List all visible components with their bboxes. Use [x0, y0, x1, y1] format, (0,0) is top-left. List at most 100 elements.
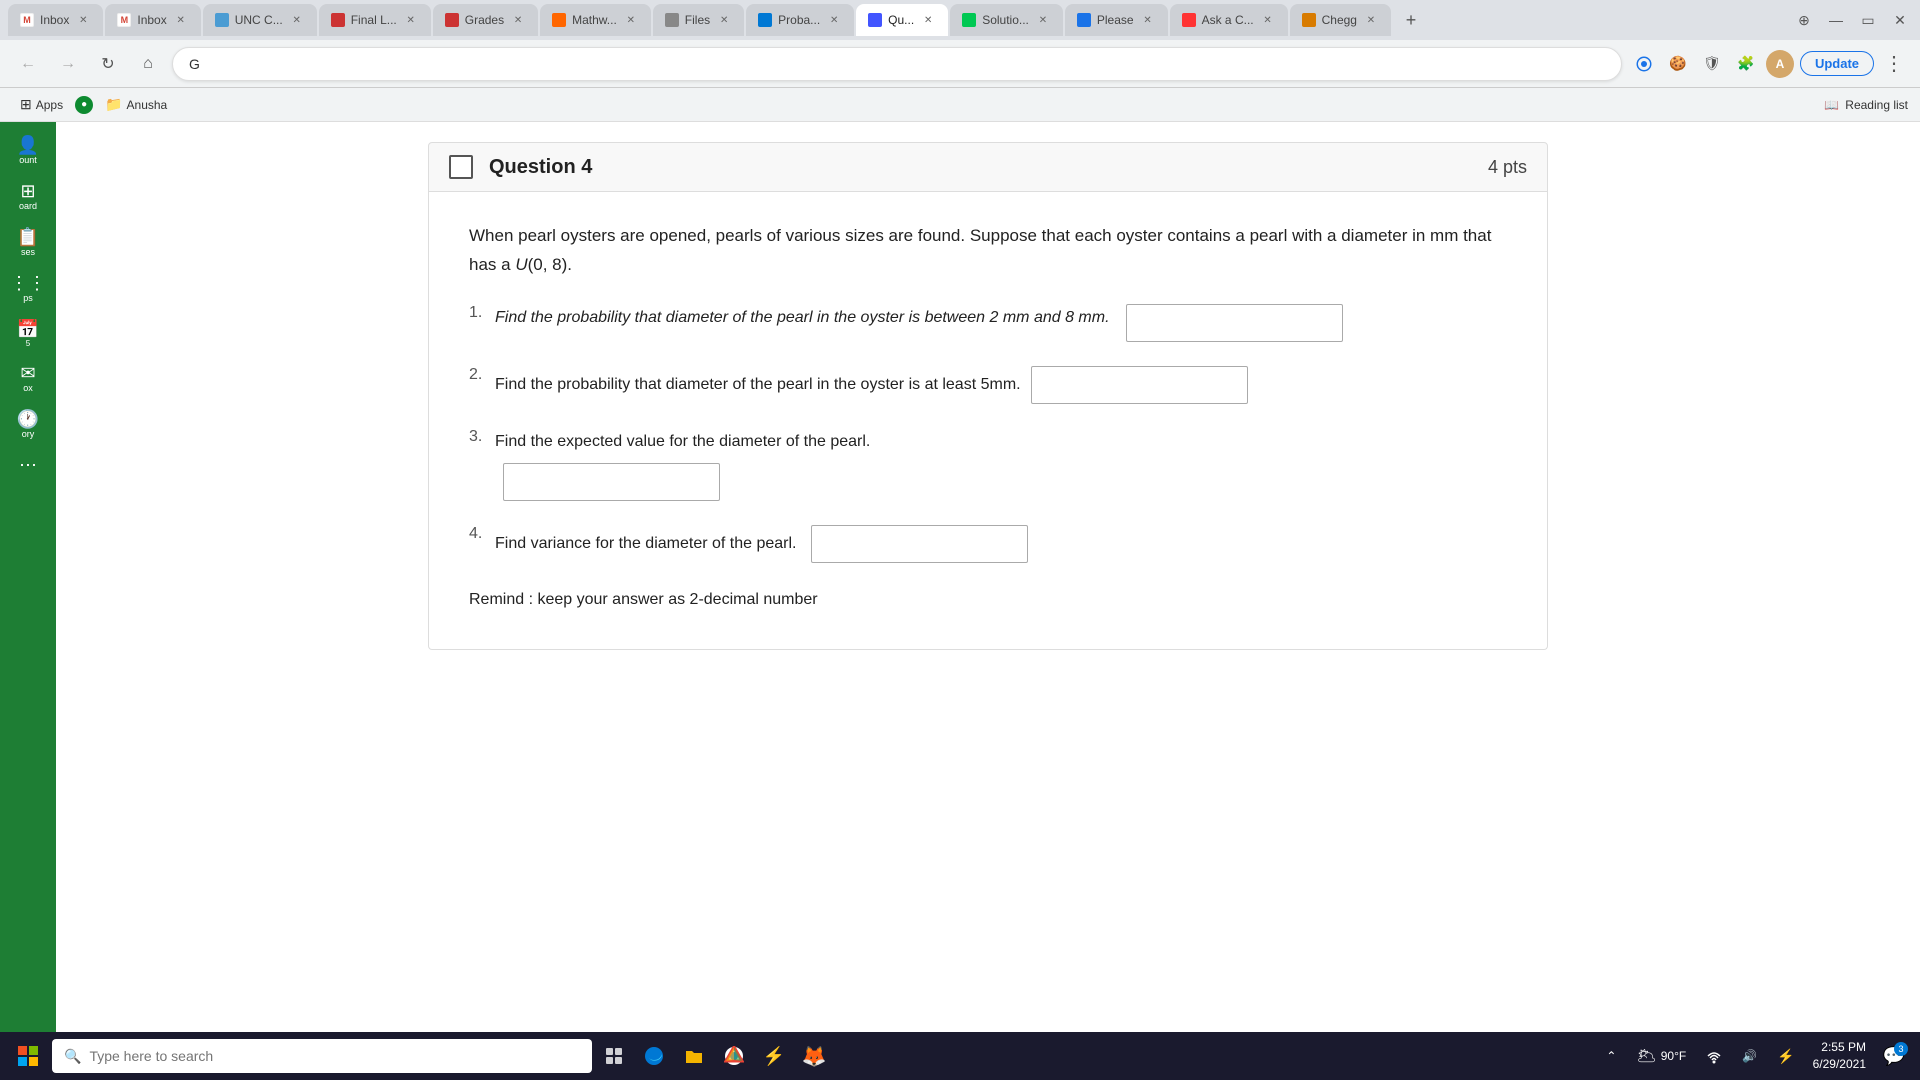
tab-mathway[interactable]: Mathw... ✕ [540, 4, 651, 36]
edge-taskbar-icon[interactable] [636, 1038, 672, 1074]
tab-proba[interactable]: Proba... ✕ [746, 4, 854, 36]
reading-list-icon: 📖 [1824, 98, 1839, 112]
tab-close-solutions[interactable]: ✕ [1035, 12, 1051, 28]
file-explorer-icon[interactable] [676, 1038, 712, 1074]
shield-icon[interactable]: 🛡 [1698, 50, 1726, 78]
power-icon[interactable]: ⚡ [1769, 1044, 1802, 1069]
time-display[interactable]: 2:55 PM 6/29/2021 [1807, 1037, 1872, 1075]
chevron-up-icon[interactable]: ⌃ [1598, 1045, 1624, 1067]
url-input[interactable]: G [172, 47, 1622, 81]
tab-close-final[interactable]: ✕ [403, 12, 419, 28]
anusha-folder[interactable]: 📁 Anusha [97, 93, 175, 116]
powerbi-taskbar-icon[interactable]: ⚡ [756, 1038, 792, 1074]
reading-list-button[interactable]: 📖 Reading list [1824, 98, 1908, 112]
profile-avatar[interactable]: A [1766, 50, 1794, 78]
sidebar-item-dashboard[interactable]: ⊞ oard [4, 176, 52, 218]
close-button[interactable]: ✕ [1888, 8, 1912, 32]
tab-bar: M Inbox ✕ M Inbox ✕ UNC C... ✕ Final L..… [0, 0, 1920, 40]
tab-label-ask: Ask a C... [1202, 13, 1254, 27]
tab-final[interactable]: Final L... ✕ [319, 4, 431, 36]
browser-chrome: M Inbox ✕ M Inbox ✕ UNC C... ✕ Final L..… [0, 0, 1920, 122]
apps-button[interactable]: ⊞ Apps [12, 93, 71, 116]
tab-please[interactable]: Please ✕ [1065, 4, 1168, 36]
tab-close-ask[interactable]: ✕ [1260, 12, 1276, 28]
home-button[interactable]: ⌂ [132, 48, 164, 80]
volume-icon[interactable]: 🔊 [1734, 1045, 1765, 1067]
tab-files[interactable]: Files ✕ [653, 4, 744, 36]
tab-label-final: Final L... [351, 13, 397, 27]
tab-close-inbox1[interactable]: ✕ [75, 12, 91, 28]
tab-favicon-quizlet [868, 13, 882, 27]
sidebar-inbox-label: ox [23, 384, 33, 394]
sidebar-item-classes[interactable]: 📋 ses [4, 222, 52, 264]
tab-close-mathway[interactable]: ✕ [623, 12, 639, 28]
sidebar-item-more[interactable]: ⋯ [4, 450, 52, 480]
sq1-input[interactable] [1126, 304, 1343, 342]
taskbar-search-bar[interactable]: 🔍 [52, 1039, 592, 1073]
sidebar-item-calendar[interactable]: 📅 5 [4, 314, 52, 355]
tab-label-chegg: Chegg [1322, 13, 1357, 27]
question-checkbox[interactable] [449, 155, 473, 179]
tab-close-please[interactable]: ✕ [1140, 12, 1156, 28]
tab-close-grades[interactable]: ✕ [510, 12, 526, 28]
task-view-button[interactable] [596, 1038, 632, 1074]
tab-favicon-gmail2: M [117, 13, 131, 27]
tab-close-quizlet[interactable]: ✕ [920, 12, 936, 28]
sq4-num: 4. [469, 525, 489, 543]
new-tab-button[interactable]: + [1397, 6, 1425, 34]
question-title: Question 4 [489, 156, 592, 179]
maximize-button[interactable]: ▭ [1856, 8, 1880, 32]
sq4-input[interactable] [811, 525, 1028, 563]
forward-button[interactable]: → [52, 48, 84, 80]
notification-center-button[interactable]: 💬 3 [1876, 1038, 1912, 1074]
sidebar-item-history[interactable]: 🕐 ory [4, 404, 52, 446]
main-content: Question 4 4 pts When pearl oysters are … [56, 122, 1920, 1032]
browser-menu-icon[interactable]: ⋮ [1880, 50, 1908, 78]
sq3-input[interactable] [503, 463, 720, 501]
tab-ask[interactable]: Ask a C... ✕ [1170, 4, 1288, 36]
tab-grades[interactable]: Grades ✕ [433, 4, 538, 36]
back-button[interactable]: ← [12, 48, 44, 80]
tab-inbox1[interactable]: M Inbox ✕ [8, 4, 103, 36]
wifi-icon [1706, 1048, 1722, 1064]
tab-close-chegg[interactable]: ✕ [1363, 12, 1379, 28]
sidebar-item-inbox[interactable]: ✉ ox [4, 358, 52, 400]
notification-badge: 3 [1894, 1042, 1908, 1056]
network-icon[interactable] [1698, 1044, 1730, 1068]
tab-close-files[interactable]: ✕ [716, 12, 732, 28]
extensions-icon[interactable]: 🧩 [1732, 50, 1760, 78]
sidebar-item-account[interactable]: 👤 ount [4, 130, 52, 172]
search-input[interactable] [89, 1048, 549, 1064]
sq3-num: 3. [469, 428, 489, 446]
sidebar-calendar-label: 5 [26, 340, 30, 349]
tab-unc[interactable]: UNC C... ✕ [203, 4, 317, 36]
sq2-num: 2. [469, 366, 489, 384]
taskbar: 🔍 ⚡ 🦊 [0, 1032, 1920, 1080]
tab-solutions[interactable]: Solutio... ✕ [950, 4, 1063, 36]
minimize-button[interactable]: — [1824, 8, 1848, 32]
weather-widget[interactable]: 🌥 90°F [1628, 1042, 1694, 1070]
tab-favicon-final [331, 13, 345, 27]
firefox-taskbar-icon[interactable]: 🦊 [796, 1038, 832, 1074]
tab-close-unc[interactable]: ✕ [289, 12, 305, 28]
profile-icon[interactable]: ⊕ [1792, 8, 1816, 32]
cookie-icon[interactable]: 🍪 [1664, 50, 1692, 78]
google-lens-icon[interactable] [1630, 50, 1658, 78]
reload-button[interactable]: ↻ [92, 48, 124, 80]
sidebar-item-apps[interactable]: ⋮⋮ ps [4, 268, 52, 310]
chrome-taskbar-icon[interactable] [716, 1038, 752, 1074]
update-button[interactable]: Update [1800, 51, 1874, 76]
sq2-input[interactable] [1031, 366, 1248, 404]
tab-close-inbox2[interactable]: ✕ [173, 12, 189, 28]
windows-logo-icon [17, 1045, 39, 1067]
tab-label-mathway: Mathw... [572, 13, 617, 27]
start-button[interactable] [8, 1036, 48, 1076]
green-dot-icon[interactable]: ● [75, 96, 93, 114]
tab-close-proba[interactable]: ✕ [826, 12, 842, 28]
folder-icon [684, 1046, 704, 1066]
tab-inbox2[interactable]: M Inbox ✕ [105, 4, 200, 36]
left-sidebar: 👤 ount ⊞ oard 📋 ses ⋮⋮ ps 📅 5 ✉ ox 🕐 ory… [0, 122, 56, 1032]
dashboard-icon: ⊞ [20, 182, 35, 200]
tab-quizlet[interactable]: Qu... ✕ [856, 4, 948, 36]
tab-chegg[interactable]: Chegg ✕ [1290, 4, 1391, 36]
